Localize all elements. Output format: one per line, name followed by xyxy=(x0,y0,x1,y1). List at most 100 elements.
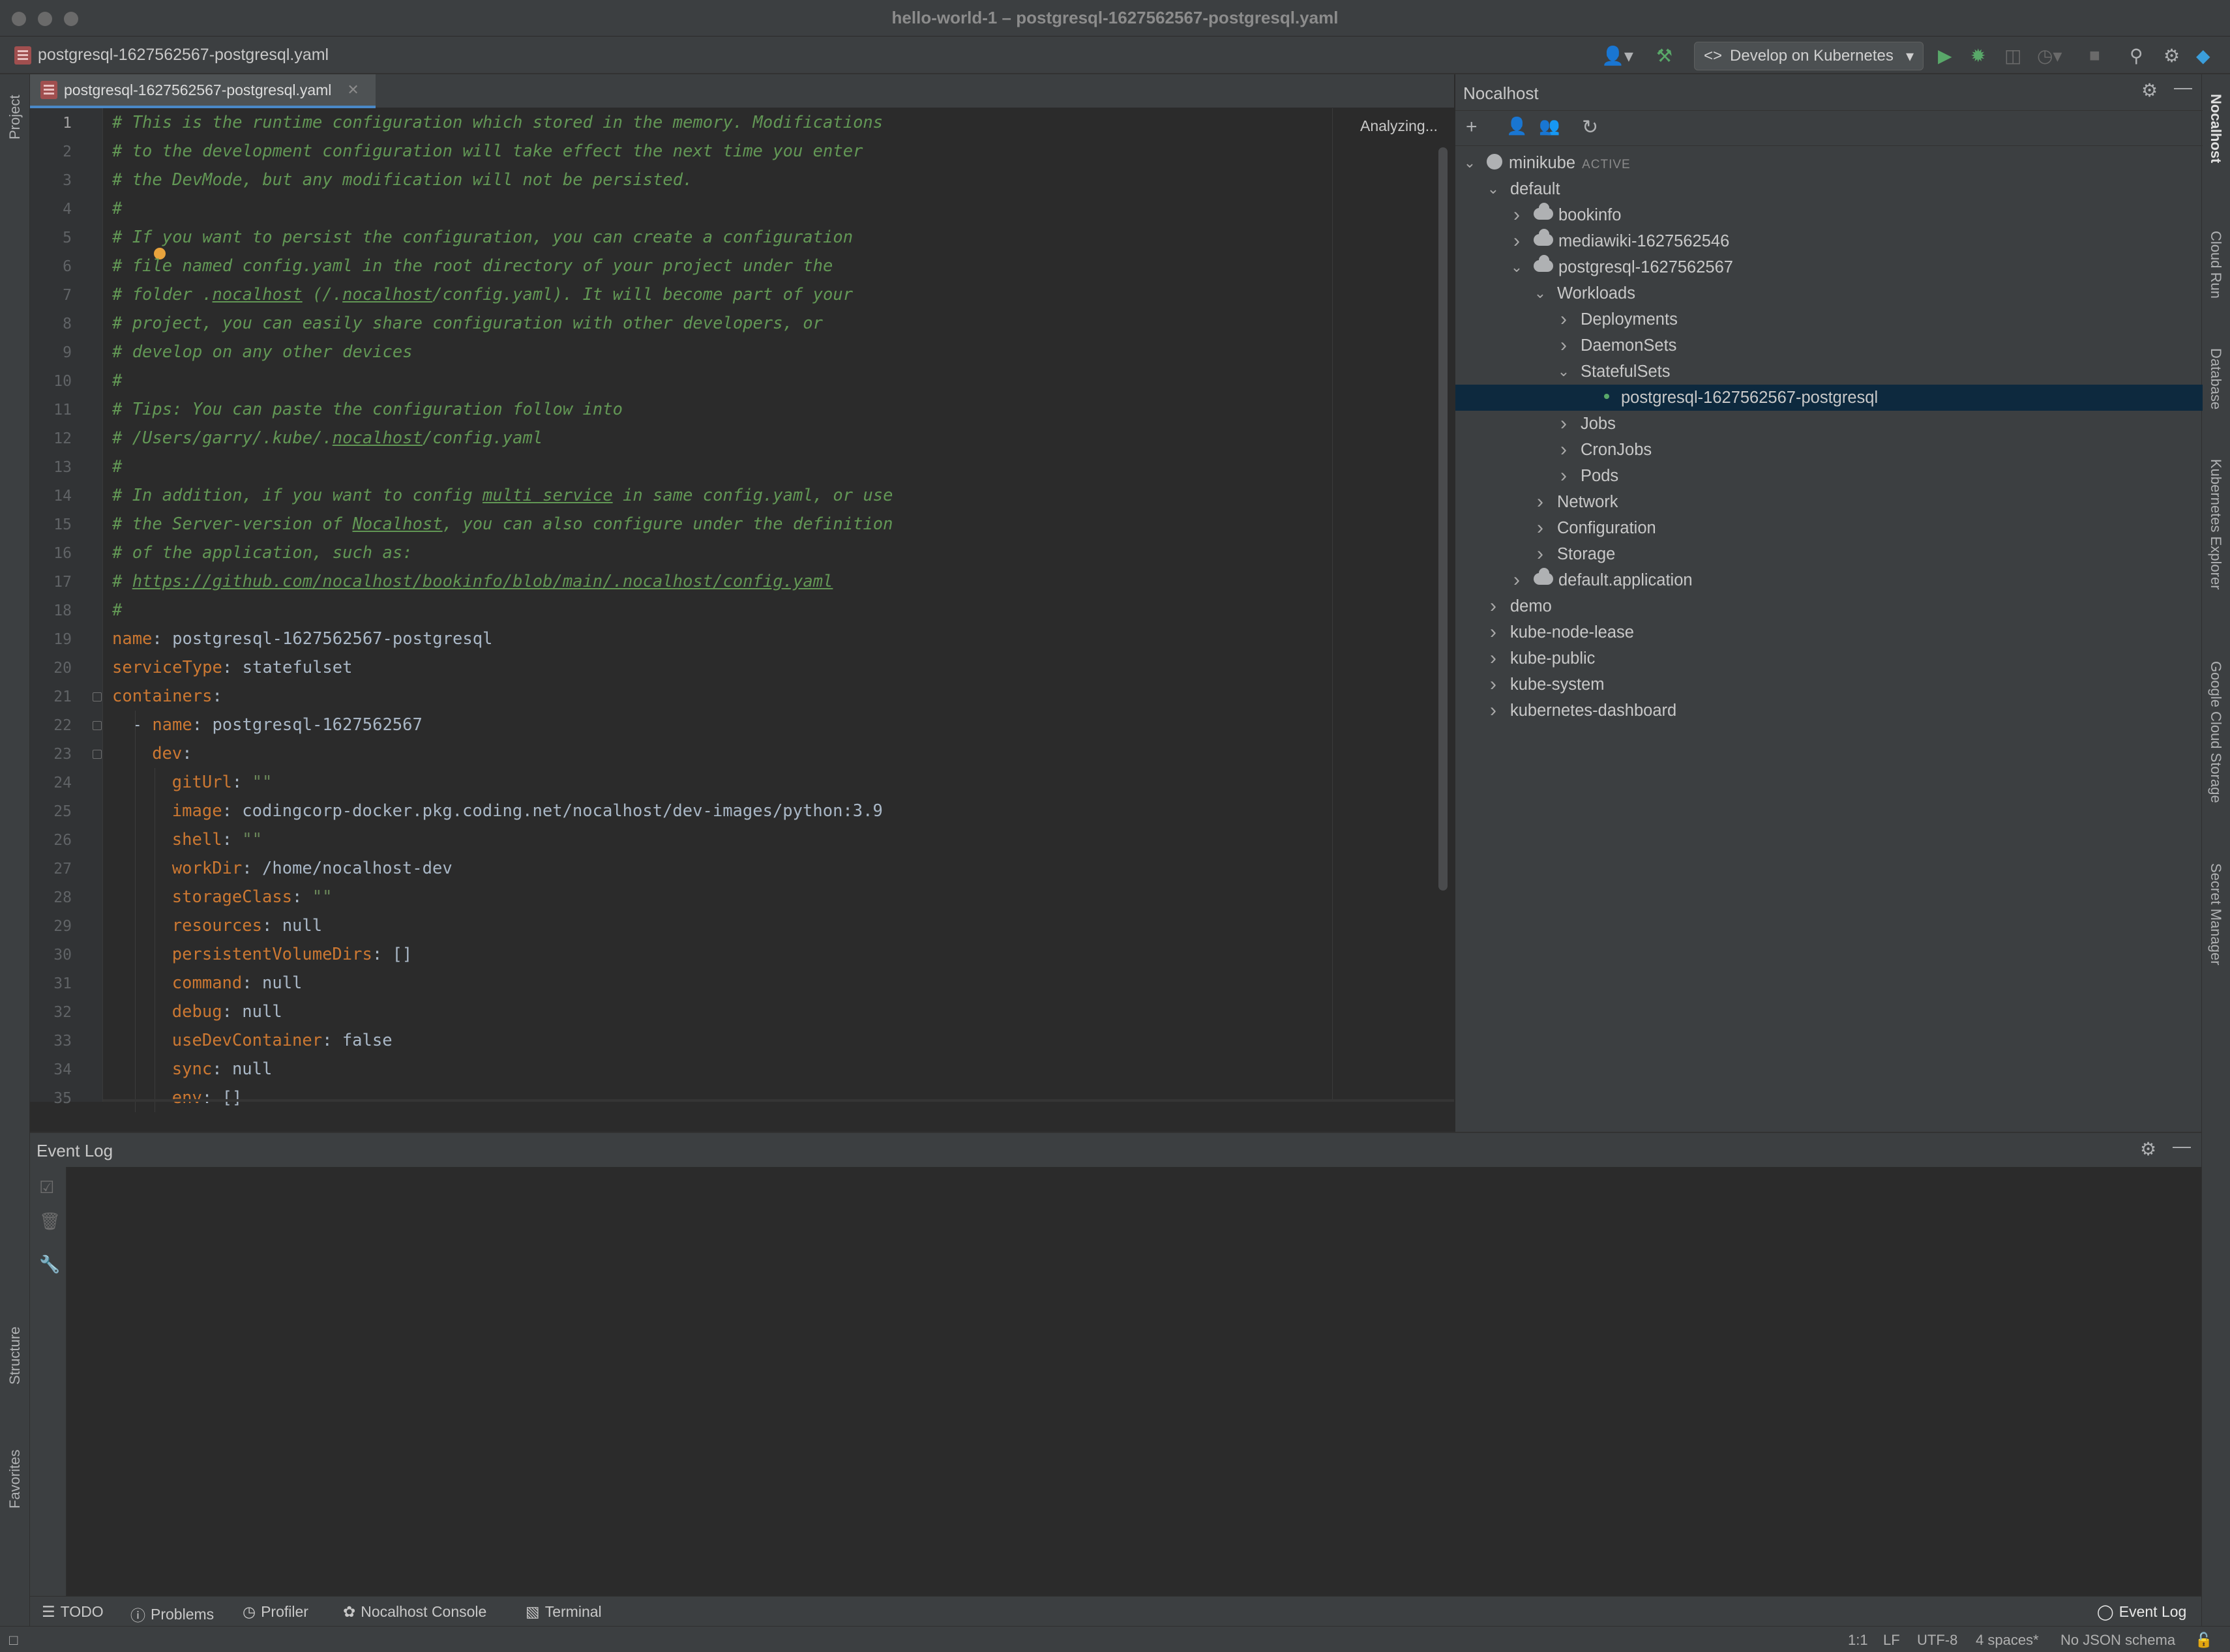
tree-node[interactable]: › kube-node-lease xyxy=(1455,619,2203,645)
tree-node[interactable]: ⌄ minikube ACTIVE xyxy=(1455,150,2203,176)
chevron-right-icon[interactable]: › xyxy=(1508,202,1526,228)
terminal-tool-tab[interactable]: ▧ Terminal xyxy=(526,1603,602,1621)
users-icon[interactable]: 👥 xyxy=(1539,116,1560,136)
chevron-right-icon[interactable]: › xyxy=(1554,463,1573,489)
kubernetes-explorer-tool-tab[interactable]: Kubernetes Explorer xyxy=(2207,459,2224,590)
tree-node[interactable]: › mediawiki-1627562546 xyxy=(1455,228,2203,254)
chevron-right-icon[interactable]: › xyxy=(1484,645,1502,671)
project-tool-tab[interactable]: Project xyxy=(7,95,23,140)
nocalhost-tool-tab[interactable]: Nocalhost xyxy=(2207,94,2224,163)
editor-tab[interactable]: postgresql-1627562567-postgresql.yaml ✕ xyxy=(30,74,376,108)
cloud-run-tool-tab[interactable]: Cloud Run xyxy=(2207,231,2224,299)
favorites-tool-tab[interactable]: Favorites xyxy=(7,1450,23,1509)
minimize-icon[interactable]: — xyxy=(2173,1136,2191,1157)
tree-node[interactable]: › DaemonSets xyxy=(1455,332,2203,359)
tree-node[interactable]: › Deployments xyxy=(1455,306,2203,332)
trash-icon[interactable]: 🗑 xyxy=(39,1211,61,1232)
jetbrains-toolbox-icon[interactable]: ◆ xyxy=(2196,44,2210,66)
chevron-right-icon[interactable]: › xyxy=(1531,515,1549,541)
todo-tool-tab[interactable]: ☰ TODO xyxy=(42,1603,104,1621)
tree-node[interactable]: ⌄ Workloads xyxy=(1455,280,2203,306)
wrench-icon[interactable]: 🔧 xyxy=(39,1254,60,1275)
close-icon[interactable]: ✕ xyxy=(347,81,359,98)
tree-node[interactable]: › bookinfo xyxy=(1455,202,2203,228)
chevron-right-icon[interactable]: › xyxy=(1508,228,1526,254)
chevron-down-icon[interactable]: ⌄ xyxy=(1484,176,1502,202)
config-link[interactable]: https://github.com/nocalhost/bookinfo/bl… xyxy=(132,572,833,591)
stop-icon[interactable]: ■ xyxy=(2089,44,2100,66)
chevron-down-icon[interactable]: ⌄ xyxy=(1508,254,1526,280)
refresh-icon[interactable]: ↻ xyxy=(1582,116,1598,139)
chevron-right-icon[interactable]: › xyxy=(1531,489,1549,515)
breadcrumb-file[interactable]: postgresql-1627562567-postgresql.yaml xyxy=(14,46,329,65)
profile-icon[interactable]: ◷▾ xyxy=(2037,44,2062,66)
chevron-right-icon[interactable]: › xyxy=(1484,671,1502,698)
tree-node[interactable]: › kube-system xyxy=(1455,671,2203,698)
tree-node[interactable]: ⌄ postgresql-1627562567 xyxy=(1455,254,2203,280)
tree-node[interactable]: › kubernetes-dashboard xyxy=(1455,698,2203,724)
profiler-tool-tab[interactable]: ◷ Profiler xyxy=(243,1603,308,1621)
event-log-tool-tab[interactable]: ◯ Event Log xyxy=(2097,1603,2186,1621)
json-schema[interactable]: No JSON schema xyxy=(2060,1632,2175,1649)
coverage-icon[interactable]: ◫ xyxy=(2004,44,2021,66)
lock-icon[interactable]: 🔓 xyxy=(2195,1632,2212,1649)
debug-bug-icon[interactable]: ✹ xyxy=(1970,44,1985,66)
search-icon[interactable]: ⚲ xyxy=(2130,44,2143,66)
tree-node[interactable]: › Jobs xyxy=(1455,411,2203,437)
chevron-right-icon[interactable]: › xyxy=(1554,411,1573,437)
fold-marker[interactable] xyxy=(93,721,102,730)
database-tool-tab[interactable]: Database xyxy=(2207,348,2224,409)
problems-tool-tab[interactable]: ⓘ Problems xyxy=(130,1603,214,1625)
minimize-icon[interactable]: — xyxy=(2174,77,2192,98)
chevron-down-icon[interactable]: ⌄ xyxy=(1461,150,1479,176)
tool-windows-toggle-icon[interactable]: □ xyxy=(9,1632,18,1649)
event-log-content[interactable] xyxy=(67,1167,2201,1597)
google-cloud-storage-tool-tab[interactable]: Google Cloud Storage xyxy=(2207,661,2224,803)
chevron-right-icon[interactable]: › xyxy=(1484,593,1502,619)
tree-node[interactable]: › Configuration xyxy=(1455,515,2203,541)
fold-marker[interactable] xyxy=(93,692,102,701)
build-hammer-icon[interactable]: ⚒ xyxy=(1656,44,1672,66)
chevron-right-icon[interactable]: › xyxy=(1484,698,1502,724)
chevron-right-icon[interactable]: › xyxy=(1554,332,1573,359)
code-editor[interactable]: 1 2 3 4 5 6 7 8 9 10 11 12 13 14 15 16 17 18 19 20 21 22 23 24 2… xyxy=(30,108,1454,1112)
account-icon[interactable]: 👤▾ xyxy=(1601,44,1633,66)
run-configuration-select[interactable]: <> Develop on Kubernetes ▾ xyxy=(1694,42,1924,70)
chevron-right-icon[interactable]: › xyxy=(1508,567,1526,593)
mark-all-read-icon[interactable]: ☑ xyxy=(39,1177,54,1198)
code-line: # /Users/garry/.kube/.nocalhost/config.y… xyxy=(112,428,543,448)
tree-node[interactable]: › default.application xyxy=(1455,567,2203,593)
gear-icon[interactable]: ⚙ xyxy=(2140,1138,2156,1160)
fold-marker[interactable] xyxy=(93,750,102,759)
editor-vertical-scrollbar[interactable] xyxy=(1438,147,1448,891)
user-icon[interactable]: 👤 xyxy=(1506,116,1527,136)
chevron-right-icon[interactable]: › xyxy=(1484,619,1502,645)
indent-setting[interactable]: 4 spaces* xyxy=(1976,1632,2039,1649)
tree-node[interactable]: › demo xyxy=(1455,593,2203,619)
chevron-down-icon[interactable]: ⌄ xyxy=(1531,280,1549,306)
add-icon[interactable]: + xyxy=(1466,116,1478,138)
chevron-right-icon[interactable]: › xyxy=(1554,306,1573,332)
editor-horizontal-scrollbar[interactable] xyxy=(103,1099,1454,1102)
chevron-down-icon[interactable]: ⌄ xyxy=(1554,359,1573,385)
tree-node[interactable]: › Storage xyxy=(1455,541,2203,567)
tree-node[interactable]: › CronJobs xyxy=(1455,437,2203,463)
tree-node[interactable]: › Network xyxy=(1455,489,2203,515)
chevron-right-icon[interactable]: › xyxy=(1531,541,1549,567)
tree-node[interactable]: ⌄ StatefulSets xyxy=(1455,359,2203,385)
gear-icon[interactable]: ⚙ xyxy=(2141,80,2158,101)
chevron-right-icon[interactable]: › xyxy=(1554,437,1573,463)
tree-node[interactable]: › Pods xyxy=(1455,463,2203,489)
code-area[interactable]: # This is the runtime configuration whic… xyxy=(112,108,1331,1112)
nocalhost-console-tool-tab[interactable]: ✿ Nocalhost Console xyxy=(343,1603,486,1621)
file-encoding[interactable]: UTF-8 xyxy=(1917,1632,1957,1649)
tree-node[interactable]: postgresql-1627562567-postgresql xyxy=(1455,385,2203,411)
tree-node[interactable]: › kube-public xyxy=(1455,645,2203,671)
run-icon[interactable]: ▶ xyxy=(1938,44,1952,66)
structure-tool-tab[interactable]: Structure xyxy=(7,1327,23,1385)
line-separator[interactable]: LF xyxy=(1883,1632,1900,1649)
settings-gear-icon[interactable]: ⚙ xyxy=(2163,44,2180,66)
caret-position[interactable]: 1:1 xyxy=(1848,1632,1868,1649)
secret-manager-tool-tab[interactable]: Secret Manager xyxy=(2207,863,2224,966)
tree-node[interactable]: ⌄ default xyxy=(1455,176,2203,202)
